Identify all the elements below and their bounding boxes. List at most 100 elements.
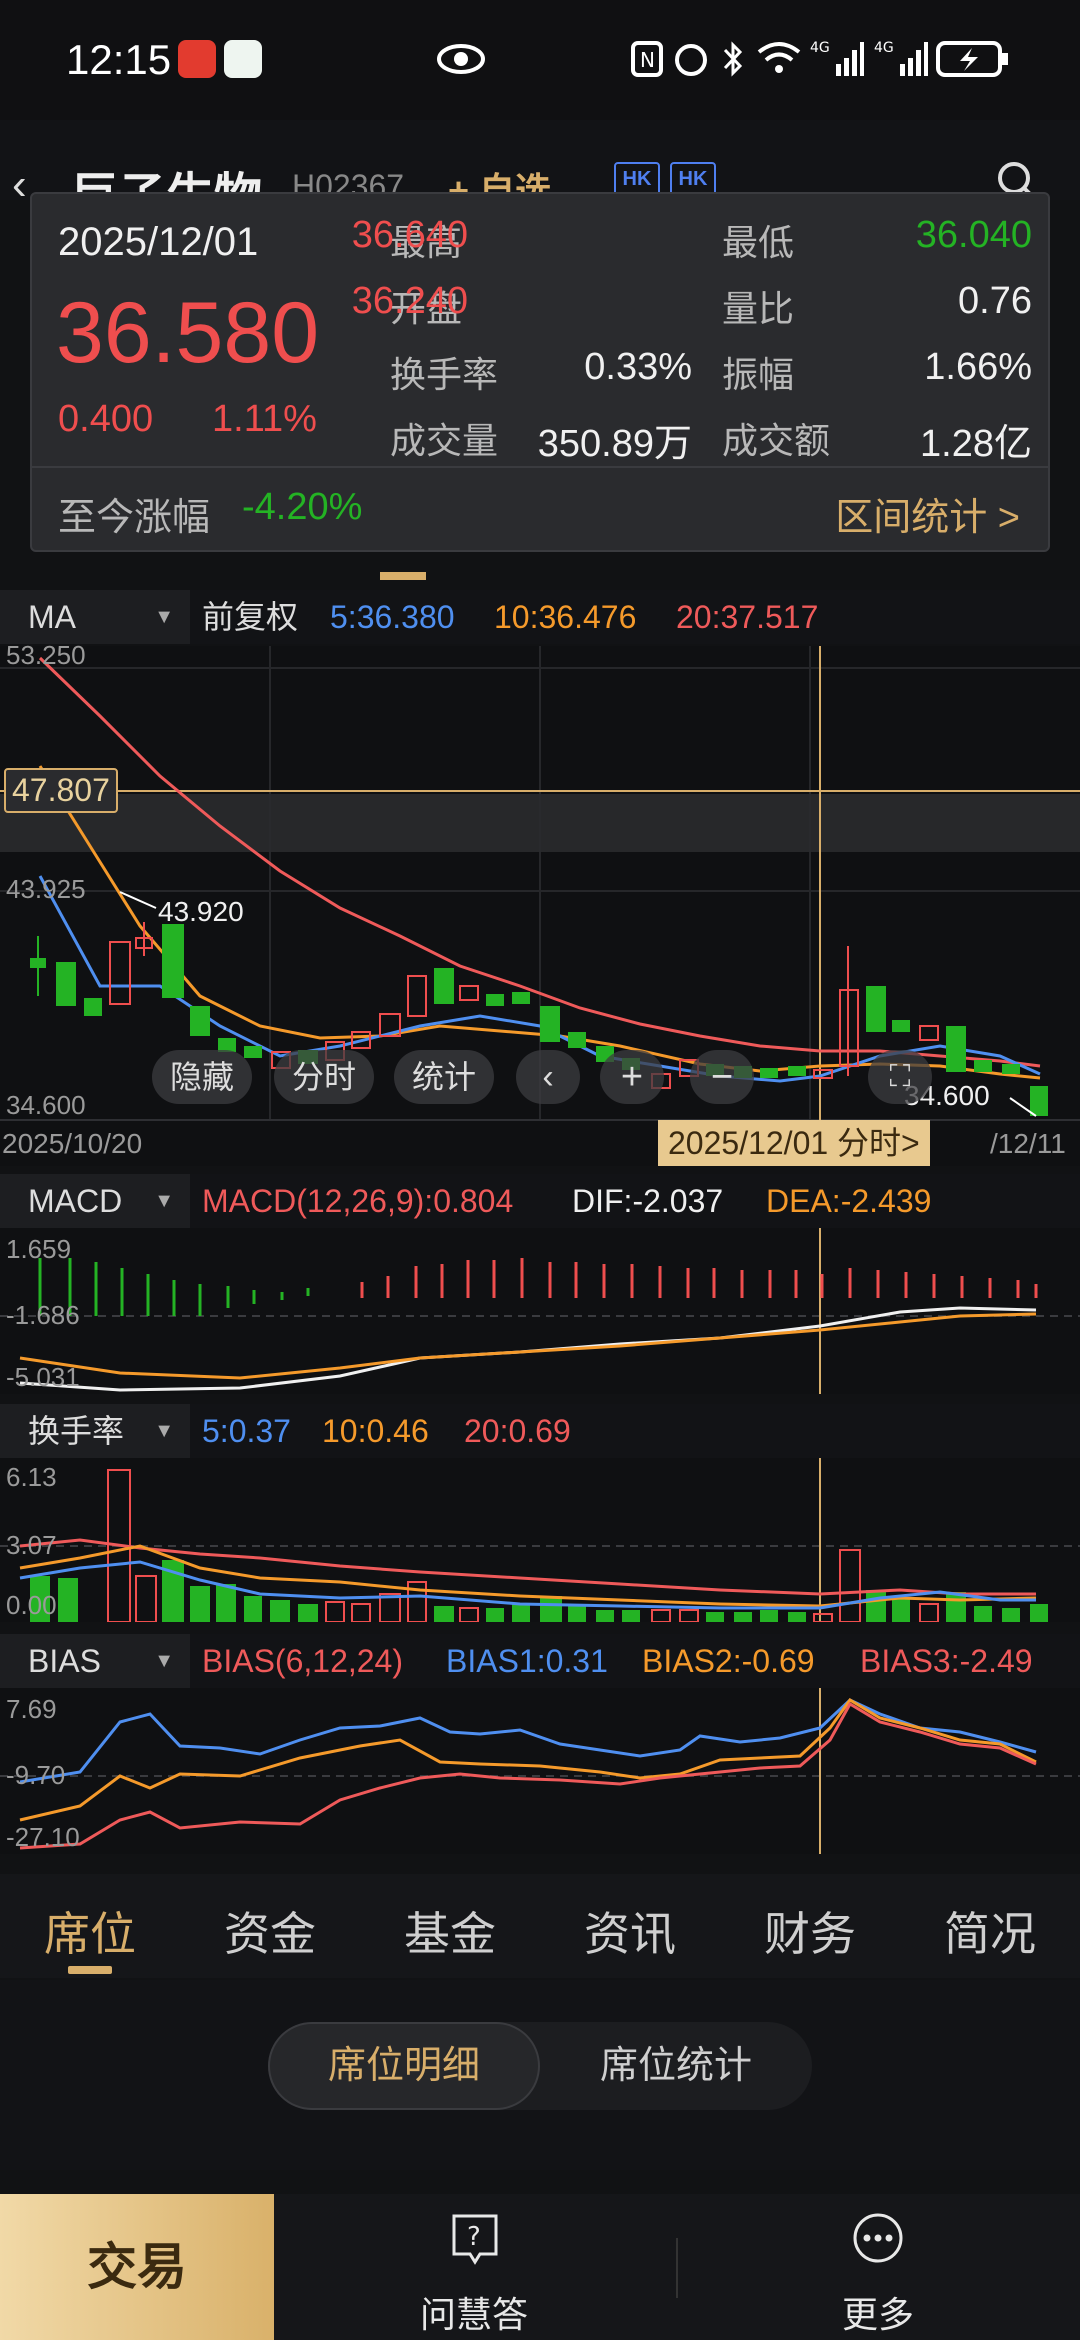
volume-value: 350.89万 — [537, 423, 692, 465]
tab-news[interactable]: 资讯 — [540, 1898, 720, 1964]
trade-button[interactable]: 交易 — [0, 2194, 274, 2340]
turnover-y-bottom: 0.00 — [6, 1590, 57, 1620]
zoom-out-button[interactable]: − — [690, 1050, 754, 1104]
end-date-label: /12/11 — [990, 1128, 1066, 1159]
peak-price-label: 43.920 — [158, 896, 244, 927]
more-label: 更多 — [841, 2294, 914, 2335]
macd-chart[interactable]: 1.659 -1.686 -5.031 — [0, 1228, 1080, 1394]
bias-chart[interactable]: 7.69 -9.70 -27.10 — [0, 1688, 1080, 1854]
bias-indicator-row: BIAS ▼ BIAS(6,12,24) BIAS1:0.31 BIAS2:-0.… — [0, 1634, 1080, 1688]
open-value: 36.240 — [351, 280, 468, 322]
svg-text:?: ? — [467, 2222, 481, 2252]
ma5-value: 5:36.380 — [330, 599, 455, 635]
bias3-value: BIAS3:-2.49 — [860, 1643, 1033, 1679]
bias-y-bottom: -27.10 — [6, 1822, 80, 1852]
gallery-notification-icon — [224, 40, 262, 78]
turnover-indicator-row: 换手率 ▼ 5:0.37 10:0.46 20:0.69 — [0, 1404, 1080, 1458]
range-stats-link[interactable]: 区间统计 > — [835, 486, 1020, 541]
turnover-selector[interactable]: 换手率 ▼ — [0, 1404, 190, 1458]
bias-name: BIAS — [28, 1643, 101, 1679]
cursor-date-label[interactable]: 2025/12/01 分时> — [658, 1120, 930, 1166]
wifi-icon — [757, 42, 801, 73]
bottom-divider — [676, 2238, 678, 2298]
vol-ratio-label: 量比 — [722, 288, 795, 329]
tab-profile[interactable]: 简况 — [900, 1898, 1080, 1964]
turnover-label: 换手率 — [390, 354, 499, 395]
caret-down-icon: ▼ — [154, 1650, 174, 1672]
status-time: 12:15 — [66, 36, 172, 83]
macd-y-top: 1.659 — [6, 1234, 72, 1264]
kline-chart[interactable]: 53.250 43.925 34.600 47.807 43.920 34.60… — [0, 640, 1080, 1166]
alarm-icon — [675, 44, 707, 76]
question-icon: ? — [452, 2214, 498, 2265]
kline-y-mid: 43.925 — [6, 874, 86, 904]
macd-selector[interactable]: MACD ▼ — [0, 1174, 190, 1228]
hide-button[interactable]: 隐藏 — [152, 1050, 252, 1104]
caret-down-icon: ▼ — [154, 1420, 174, 1442]
more-button[interactable]: 更多 — [748, 2194, 1008, 2340]
turnover-10: 10:0.46 — [322, 1413, 429, 1449]
caret-down-icon: ▼ — [154, 606, 174, 628]
macd-dea: DEA:-2.439 — [766, 1183, 932, 1219]
tab-finance[interactable]: 财务 — [720, 1898, 900, 1964]
ma-indicator-row: MA ▼ 前复权 5:36.380 10:36.476 20:37.517 — [0, 590, 1080, 644]
turnover-y-top: 6.13 — [6, 1462, 57, 1492]
macd-y-mid: -1.686 — [6, 1300, 80, 1330]
bias-y-top: 7.69 — [6, 1694, 57, 1724]
caret-down-icon: ▼ — [154, 1190, 174, 1212]
macd-indicator-row: MACD ▼ MACD(12,26,9):0.804 DIF:-2.037 DEA… — [0, 1174, 1080, 1228]
macd-name: MACD — [28, 1183, 123, 1219]
turnover-y-mid: 3.07 — [6, 1530, 57, 1560]
zoom-in-button[interactable]: + — [600, 1050, 664, 1104]
ma20-value: 20:37.517 — [676, 599, 819, 635]
vol-ratio-value: 0.76 — [958, 280, 1032, 322]
bias-y-mid: -9.70 — [6, 1760, 66, 1790]
seat-segmented-control: 席位明细 席位统计 — [268, 2022, 812, 2110]
detail-tabs: 席位 资金 基金 资讯 财务 简况 — [0, 1874, 1080, 1978]
fullscreen-icon[interactable]: ⛶ — [868, 1050, 932, 1104]
hk-badge: HK — [614, 162, 660, 196]
stats-button[interactable]: 统计 — [394, 1050, 494, 1104]
svg-text:N: N — [640, 48, 655, 72]
amount-label: 成交额 — [722, 420, 831, 461]
adjust-mode[interactable]: 前复权 — [202, 590, 298, 644]
scroll-left-button[interactable]: ‹ — [516, 1050, 580, 1104]
turnover-5: 5:0.37 — [202, 1413, 291, 1449]
turnover-chart[interactable]: 6.13 3.07 0.00 — [0, 1458, 1080, 1622]
nfc-icon: N — [631, 41, 663, 77]
battery-icon — [936, 41, 1008, 77]
volume-label: 成交量 — [390, 420, 499, 461]
quote-change-pct: 1.11% — [212, 398, 317, 440]
bias-params: BIAS(6,12,24) — [202, 1643, 403, 1679]
eye-icon — [437, 44, 485, 74]
bias-selector[interactable]: BIAS ▼ — [0, 1634, 190, 1688]
amplitude-label: 振幅 — [722, 354, 795, 395]
tab-fund[interactable]: 基金 — [360, 1898, 540, 1964]
tab-funds[interactable]: 资金 — [180, 1898, 360, 1964]
back-button[interactable]: ‹ — [12, 160, 27, 210]
svg-text:4G: 4G — [874, 40, 894, 56]
ma10-value: 10:36.476 — [494, 599, 637, 635]
macd-dif: DIF:-2.037 — [572, 1183, 724, 1219]
signal-4g-icon: 4G — [874, 40, 928, 76]
turnover-name: 换手率 — [28, 1413, 125, 1449]
seat-detail-button[interactable]: 席位明细 — [268, 2022, 540, 2110]
turnover-value: 0.33% — [584, 346, 692, 388]
ma-selector[interactable]: MA ▼ — [0, 590, 190, 644]
high-value: 36.640 — [351, 214, 468, 256]
low-value: 36.040 — [915, 214, 1032, 256]
signal-4g-icon: 4G — [810, 40, 864, 76]
seat-section: 席位明细 席位统计 — [0, 1980, 1080, 2170]
macd-params: MACD(12,26,9):0.804 — [202, 1183, 514, 1219]
low-label: 最低 — [722, 222, 795, 263]
amplitude-value: 1.66% — [924, 346, 1032, 388]
kline-y-top: 53.250 — [6, 640, 86, 670]
ma-name: MA — [28, 599, 76, 635]
ask-button[interactable]: ? 问慧答 — [344, 2194, 604, 2340]
amount-value: 1.28亿 — [920, 423, 1032, 465]
intraday-button[interactable]: 分时 — [274, 1050, 374, 1104]
bias1-value: BIAS1:0.31 — [446, 1643, 608, 1679]
stock-header: ‹ 巨子生物 H02367 + 自选 HK HK — [0, 120, 1080, 223]
seat-stats-button[interactable]: 席位统计 — [540, 2022, 812, 2110]
tab-seats[interactable]: 席位 — [0, 1898, 180, 1964]
